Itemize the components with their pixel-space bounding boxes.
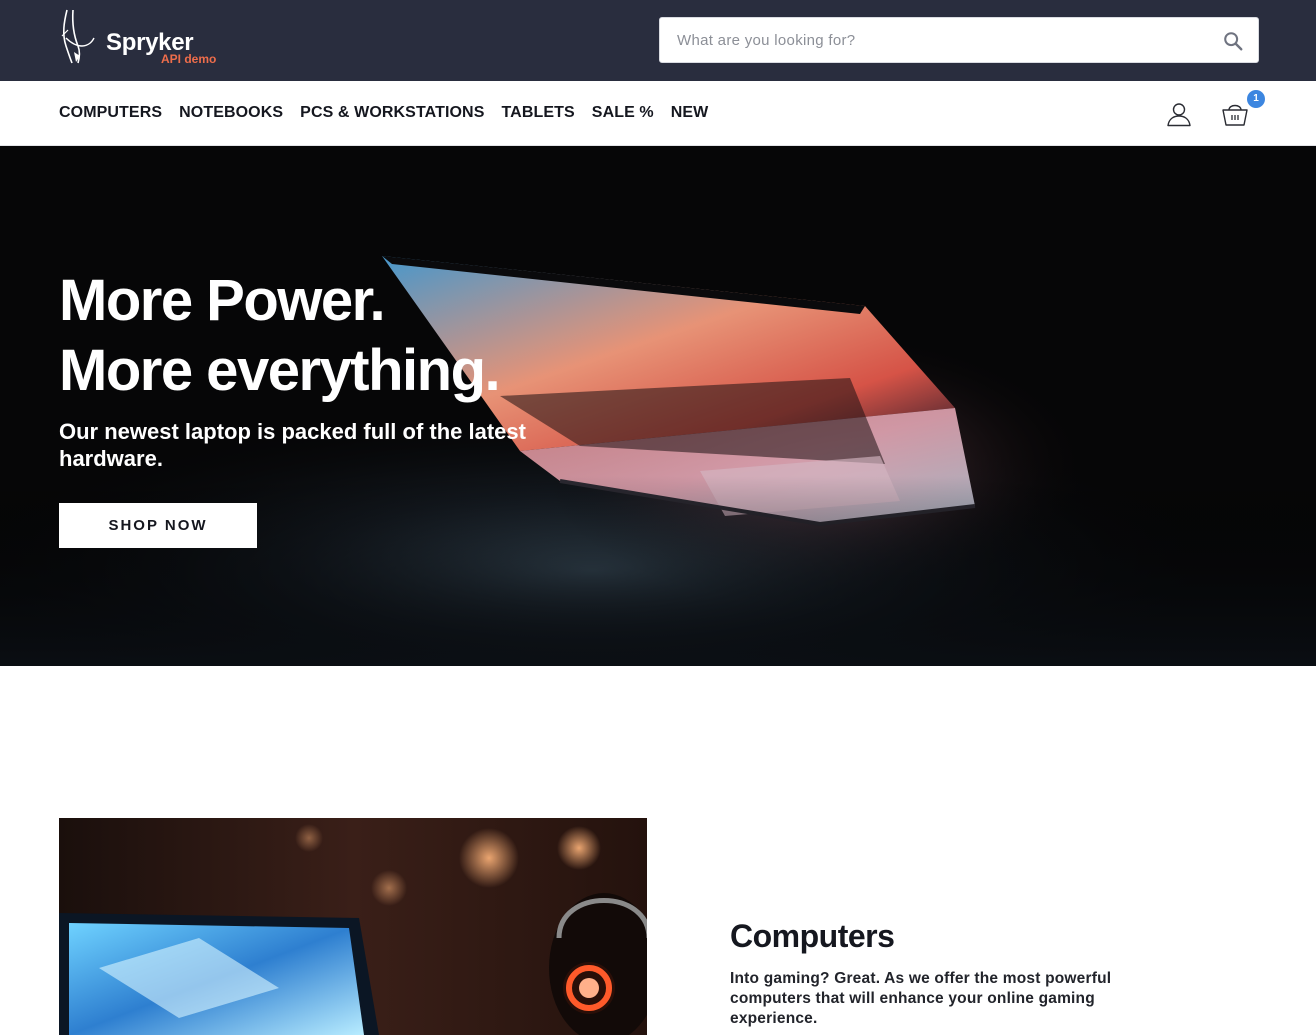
nav-item-tablets[interactable]: TABLETS <box>502 104 575 122</box>
search-input[interactable] <box>660 18 1210 62</box>
user-icon[interactable] <box>1166 101 1192 127</box>
category-title: Computers <box>730 918 895 954</box>
gaming-photo <box>59 818 647 1035</box>
hero-title: More Power. More everything. <box>59 266 501 406</box>
nav-item-notebooks[interactable]: NOTEBOOKS <box>179 104 283 122</box>
spryker-logo-icon <box>61 9 95 64</box>
nav-item-new[interactable]: NEW <box>671 104 709 122</box>
cart-icon[interactable] <box>1220 99 1250 129</box>
nav-item-sale[interactable]: SALE % <box>592 104 654 122</box>
hero-title-line-1: More Power. <box>59 268 386 333</box>
nav-item-computers[interactable]: COMPUTERS <box>59 104 162 122</box>
hero-subtitle: Our newest laptop is packed full of the … <box>59 419 526 471</box>
hero-laptop-image <box>0 146 1316 666</box>
hero-banner: More Power. More everything. Our newest … <box>0 146 1316 666</box>
brand-subtitle: API demo <box>161 52 217 66</box>
search-icon[interactable] <box>1222 30 1244 52</box>
cart-count-badge: 1 <box>1247 90 1265 108</box>
category-description: Into gaming? Great. As we offer the most… <box>730 970 1112 1027</box>
brand-logo[interactable]: Spryker API demo <box>58 8 238 68</box>
search-box <box>659 17 1259 63</box>
nav-menu: COMPUTERS NOTEBOOKS PCS & WORKSTATIONS T… <box>59 81 725 145</box>
computers-category-image[interactable] <box>59 818 647 1035</box>
nav-item-pcs-workstations[interactable]: PCS & WORKSTATIONS <box>300 104 484 122</box>
shop-now-button[interactable]: SHOP NOW <box>59 503 257 548</box>
main-navigation: COMPUTERS NOTEBOOKS PCS & WORKSTATIONS T… <box>0 81 1316 146</box>
hero-title-line-2: More everything. <box>59 338 501 403</box>
top-header: Spryker API demo <box>0 0 1316 81</box>
